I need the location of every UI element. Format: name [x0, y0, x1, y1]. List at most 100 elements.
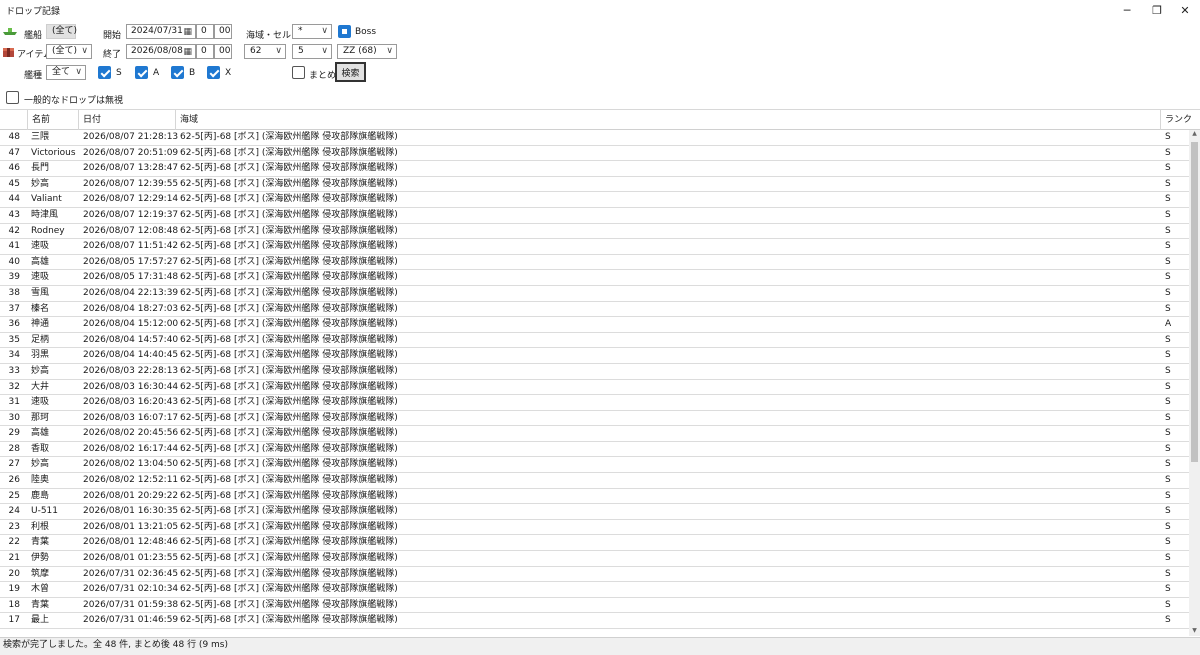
table-row[interactable]: 27 妙高 2026/08/02 13:04:50 62-5[丙]-68 [ボス] (… — [0, 457, 1189, 474]
row-area: 62-5[丙]-68 [ボス] (深海欧州艦隊 侵攻部隊旗艦戦隊) — [180, 209, 398, 220]
table-row[interactable]: 21 伊勢 2026/08/01 01:23:55 62-5[丙]-68 [ボス] (… — [0, 551, 1189, 567]
row-index: 47 — [8, 147, 20, 158]
row-index: 30 — [8, 412, 20, 423]
row-index: 25 — [8, 490, 20, 501]
row-area: 62-5[丙]-68 [ボス] (深海欧州艦隊 侵攻部隊旗艦戦隊) — [180, 303, 398, 314]
row-date: 2026/07/31 01:46:59 — [83, 615, 179, 626]
table-row[interactable]: 46 長門 2026/08/07 13:28:47 62-5[丙]-68 [ボス] (… — [0, 161, 1189, 177]
table-row[interactable]: 17 最上 2026/07/31 01:46:59 62-5[丙]-68 [ボス] (… — [0, 613, 1189, 629]
table-row[interactable]: 35 足柄 2026/08/04 14:57:40 62-5[丙]-68 [ボス] (… — [0, 333, 1189, 349]
table-row[interactable]: 19 木曾 2026/07/31 02:10:34 62-5[丙]-68 [ボス] (… — [0, 582, 1189, 598]
item-select[interactable]: (全て) ∨ — [46, 44, 92, 59]
row-rank: S — [1165, 209, 1171, 220]
row-rank: S — [1165, 615, 1171, 626]
row-name: 高雄 — [31, 428, 50, 439]
status-text: 検索が完了しました。全 48 件, まとめ後 48 行 (9 ms) — [3, 640, 228, 650]
table-row[interactable]: 20 筑摩 2026/07/31 02:36:45 62-5[丙]-68 [ボス] (… — [0, 567, 1189, 583]
start-date-field[interactable]: 2024/07/31 ▦ — [126, 24, 196, 39]
table-row[interactable]: 26 陸奥 2026/08/02 12:52:11 62-5[丙]-68 [ボス] (… — [0, 473, 1189, 489]
header-name[interactable]: 名前 — [27, 110, 78, 130]
row-area: 62-5[丙]-68 [ボス] (深海欧州艦隊 侵攻部隊旗艦戦隊) — [180, 365, 398, 376]
rank-s-checkbox[interactable] — [98, 66, 111, 79]
row-index: 24 — [8, 506, 20, 517]
header-index[interactable] — [0, 110, 27, 130]
cell-select[interactable]: ZZ (68) ∨ — [337, 44, 397, 59]
row-area: 62-5[丙]-68 [ボス] (深海欧州艦隊 侵攻部隊旗艦戦隊) — [180, 397, 398, 408]
row-rank: S — [1165, 537, 1171, 548]
calendar-icon[interactable]: ▦ — [183, 46, 192, 59]
table-row[interactable]: 28 香取 2026/08/02 16:17:44 62-5[丙]-68 [ボス] (… — [0, 442, 1189, 458]
merge-checkbox[interactable] — [292, 66, 305, 79]
shiptype-select[interactable]: 全て ∨ — [46, 65, 86, 80]
ignore-common-checkbox[interactable] — [6, 91, 19, 104]
ship-icon — [3, 28, 17, 35]
row-name: 青葉 — [31, 537, 50, 548]
row-name: 妙高 — [31, 365, 50, 376]
boss-checkbox[interactable] — [338, 25, 351, 38]
start-minute-field[interactable]: 00 — [214, 24, 232, 39]
row-area: 62-5[丙]-68 [ボス] (深海欧州艦隊 侵攻部隊旗艦戦隊) — [180, 287, 398, 298]
table-row[interactable]: 23 利根 2026/08/01 13:21:05 62-5[丙]-68 [ボス] (… — [0, 520, 1189, 536]
scroll-down-icon[interactable]: ▼ — [1189, 627, 1200, 636]
scrollbar-thumb[interactable] — [1191, 142, 1198, 462]
start-hour-field[interactable]: 0 — [196, 24, 214, 39]
table-row[interactable]: 40 高雄 2026/08/05 17:57:27 62-5[丙]-68 [ボス] (… — [0, 255, 1189, 271]
calendar-icon[interactable]: ▦ — [183, 26, 192, 39]
rank-b-checkbox[interactable] — [171, 66, 184, 79]
table-row[interactable]: 43 時津風 2026/08/07 12:19:37 62-5[丙]-68 [ボス] … — [0, 208, 1189, 224]
end-minute-field[interactable]: 00 — [214, 44, 232, 59]
row-rank: S — [1165, 225, 1171, 236]
minimize-button[interactable]: ─ — [1112, 0, 1142, 20]
row-rank: S — [1165, 350, 1171, 361]
table-row[interactable]: 45 妙高 2026/08/07 12:39:55 62-5[丙]-68 [ボス] (… — [0, 177, 1189, 193]
rank-a-checkbox[interactable] — [135, 66, 148, 79]
table-row[interactable]: 36 神通 2026/08/04 15:12:00 62-5[丙]-68 [ボス] (… — [0, 317, 1189, 333]
rank-x-checkbox[interactable] — [207, 66, 220, 79]
row-name: Valiant — [31, 194, 62, 205]
table-row[interactable]: 22 青葉 2026/08/01 12:48:46 62-5[丙]-68 [ボス] (… — [0, 535, 1189, 552]
table-row[interactable]: 31 速吸 2026/08/03 16:20:43 62-5[丙]-68 [ボス] (… — [0, 395, 1189, 411]
table-row[interactable]: 48 三隈 2026/08/07 21:28:13 62-5[丙]-68 [ボス] (… — [0, 130, 1189, 146]
row-rank: S — [1165, 132, 1171, 142]
vertical-scrollbar[interactable]: ▲ ▼ — [1189, 130, 1200, 636]
submap-select[interactable]: 5 ∨ — [292, 44, 332, 59]
area-select[interactable]: * ∨ — [292, 24, 332, 39]
row-area: 62-5[丙]-68 [ボス] (深海欧州艦隊 侵攻部隊旗艦戦隊) — [180, 521, 398, 532]
table-row[interactable]: 33 妙高 2026/08/03 22:28:13 62-5[丙]-68 [ボス] (… — [0, 364, 1189, 380]
row-area: 62-5[丙]-68 [ボス] (深海欧州艦隊 侵攻部隊旗艦戦隊) — [180, 475, 398, 486]
row-date: 2026/08/01 13:21:05 — [83, 521, 179, 532]
end-date-field[interactable]: 2026/08/08 ▦ — [126, 44, 196, 59]
scroll-up-icon[interactable]: ▲ — [1189, 130, 1200, 140]
row-rank: S — [1165, 506, 1171, 517]
header-area[interactable]: 海域 — [175, 110, 1157, 130]
row-area: 62-5[丙]-68 [ボス] (深海欧州艦隊 侵攻部隊旗艦戦隊) — [180, 553, 398, 564]
row-index: 20 — [8, 568, 20, 579]
table-row[interactable]: 34 羽黒 2026/08/04 14:40:45 62-5[丙]-68 [ボス] (… — [0, 348, 1189, 364]
table-row[interactable]: 47 Victorious 2026/08/07 20:51:09 62-5[丙]-6… — [0, 146, 1189, 162]
table-row[interactable]: 38 雪風 2026/08/04 22:13:39 62-5[丙]-68 [ボス] (… — [0, 286, 1189, 302]
table-row[interactable]: 44 Valiant 2026/08/07 12:29:14 62-5[丙]-68 [… — [0, 192, 1189, 208]
row-area: 62-5[丙]-68 [ボス] (深海欧州艦隊 侵攻部隊旗艦戦隊) — [180, 272, 398, 283]
header-date[interactable]: 日付 — [78, 110, 175, 130]
maximize-button[interactable]: ❐ — [1142, 0, 1172, 20]
row-name: 香取 — [31, 443, 50, 454]
table-row[interactable]: 24 U-511 2026/08/01 16:30:35 62-5[丙]-68 [ボス… — [0, 504, 1189, 520]
map-select[interactable]: 62 ∨ — [244, 44, 286, 59]
ship-select-value: (全て) — [52, 26, 78, 36]
table-row[interactable]: 42 Rodney 2026/08/07 12:08:48 62-5[丙]-68 [ボ… — [0, 224, 1189, 240]
close-button[interactable]: ✕ — [1170, 0, 1200, 20]
search-button[interactable]: 検索 — [335, 62, 366, 82]
row-area: 62-5[丙]-68 [ボス] (深海欧州艦隊 侵攻部隊旗艦戦隊) — [180, 506, 398, 517]
table-row[interactable]: 37 榛名 2026/08/04 18:27:03 62-5[丙]-68 [ボス] (… — [0, 302, 1189, 318]
table-row[interactable]: 25 鹿島 2026/08/01 20:29:22 62-5[丙]-68 [ボス] (… — [0, 489, 1189, 505]
header-rank[interactable]: ランク — [1160, 110, 1200, 130]
table-row[interactable]: 30 那珂 2026/08/03 16:07:17 62-5[丙]-68 [ボス] (… — [0, 411, 1189, 427]
table-row[interactable]: 18 青葉 2026/07/31 01:59:38 62-5[丙]-68 [ボス] (… — [0, 598, 1189, 614]
table-row[interactable]: 29 高雄 2026/08/02 20:45:56 62-5[丙]-68 [ボス] (… — [0, 426, 1189, 442]
ship-select[interactable]: (全て) — [46, 24, 78, 39]
table-row[interactable]: 39 速吸 2026/08/05 17:31:48 62-5[丙]-68 [ボス] (… — [0, 270, 1189, 286]
table-row[interactable]: 32 大井 2026/08/03 16:30:44 62-5[丙]-68 [ボス] (… — [0, 380, 1189, 396]
drop-record-table[interactable]: 名前 日付 海域 ランク 48 三隈 2026/08/07 21:28:13 62-5… — [0, 109, 1200, 636]
table-row[interactable]: 41 速吸 2026/08/07 11:51:42 62-5[丙]-68 [ボス] (… — [0, 239, 1189, 255]
end-hour-field[interactable]: 0 — [196, 44, 214, 59]
